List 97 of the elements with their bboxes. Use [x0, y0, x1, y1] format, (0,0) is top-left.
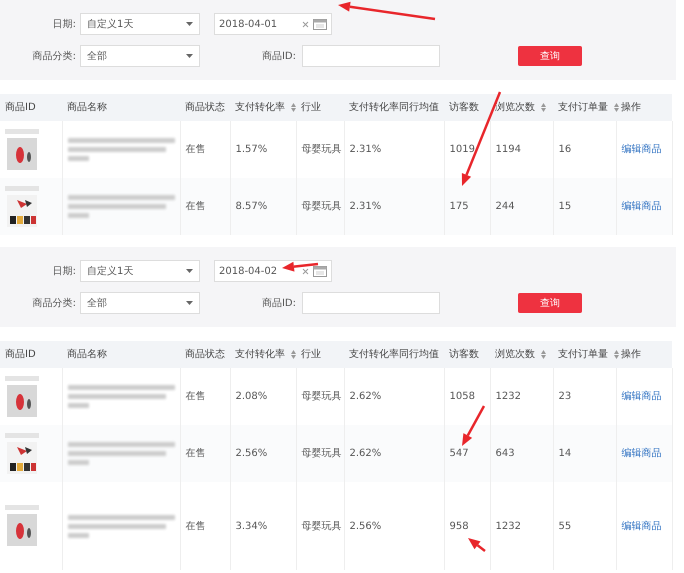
annotation-arrow [282, 262, 318, 272]
table-cell: 55 [558, 520, 572, 532]
table-cell: 在售 [186, 520, 206, 532]
field-label: 商品分类: [32, 296, 77, 310]
column-header: 商品状态 [185, 349, 225, 360]
column-header: 支付订单量 [558, 349, 608, 360]
field-label: 日期: [52, 18, 77, 32]
column-header: 支付转化率 [235, 349, 285, 360]
field-label: 商品分类: [32, 50, 77, 64]
table-cell: 2.08% [236, 391, 268, 402]
table-cell: 15 [558, 201, 572, 212]
dropdown-value: 自定义1天 [87, 18, 134, 32]
column-header: 支付订单量 [558, 102, 608, 113]
query-button[interactable]: 查询 [518, 293, 582, 313]
edit-link[interactable]: 编辑商品 [622, 144, 662, 155]
table-cell: 14 [558, 448, 572, 459]
column-header: 行业 [301, 349, 321, 360]
column-header: 支付转化率同行均值 [349, 102, 439, 113]
edit-link[interactable]: 编辑商品 [622, 391, 662, 402]
date-field[interactable]: 2018-04-01 [214, 13, 332, 35]
annotation-arrow [462, 405, 486, 446]
caret-icon [186, 22, 193, 26]
table-cell: 母婴玩具 [302, 144, 342, 155]
dropdown[interactable]: 自定义1天 [80, 13, 200, 35]
column-header: 行业 [301, 102, 321, 113]
column-header: 浏览次数 [495, 349, 535, 360]
column-header: 访客数 [449, 102, 479, 113]
table-cell: 643 [496, 448, 515, 459]
dropdown-value: 全部 [87, 50, 107, 64]
table-cell: 8.57% [236, 201, 268, 212]
edit-link[interactable]: 编辑商品 [622, 520, 662, 532]
table-cell: 16 [558, 144, 572, 155]
column-header: 访客数 [449, 349, 479, 360]
dropdown[interactable]: 全部 [80, 45, 200, 67]
dropdown[interactable]: 全部 [80, 292, 200, 314]
sort-icon[interactable] [541, 102, 546, 112]
table-cell: 958 [450, 520, 469, 532]
caret-icon [186, 301, 193, 305]
table-cell: 2.31% [350, 144, 382, 155]
input-field[interactable] [302, 45, 440, 67]
table-cell: 在售 [186, 201, 206, 212]
table-cell: 在售 [186, 448, 206, 459]
table-cell: 2.62% [350, 448, 382, 459]
column-header: 操作 [621, 102, 641, 113]
annotation-arrow [468, 538, 486, 552]
table-cell: 1.57% [236, 144, 268, 155]
table-cell: 母婴玩具 [302, 520, 342, 532]
sort-icon[interactable] [614, 102, 619, 112]
column-header: 商品ID [5, 102, 36, 113]
column-header: 商品名称 [67, 102, 107, 113]
table-cell: 母婴玩具 [302, 201, 342, 212]
date-value: 2018-04-02 [219, 264, 278, 278]
query-button[interactable]: 查询 [518, 46, 582, 66]
table-cell: 23 [558, 391, 572, 402]
column-header: 商品状态 [185, 102, 225, 113]
table-cell: 547 [450, 448, 469, 459]
table-cell: 母婴玩具 [302, 448, 342, 459]
date-value: 2018-04-01 [219, 18, 278, 32]
input-field[interactable] [302, 292, 440, 314]
table-cell: 1232 [496, 520, 521, 532]
table-cell: 2.62% [350, 391, 382, 402]
table-cell: 2.31% [350, 201, 382, 212]
column-header: 商品名称 [67, 349, 107, 360]
clear-icon[interactable] [302, 268, 309, 274]
dropdown[interactable]: 自定义1天 [80, 260, 200, 282]
date-field[interactable]: 2018-04-02 [214, 260, 332, 282]
column-header: 商品ID [5, 349, 36, 360]
table-cell: 2.56% [350, 520, 382, 532]
table-cell: 1232 [496, 391, 521, 402]
table-cell: 3.34% [236, 520, 268, 532]
sort-icon[interactable] [541, 350, 546, 359]
table-cell: 母婴玩具 [302, 391, 342, 402]
edit-link[interactable]: 编辑商品 [622, 201, 662, 212]
caret-icon [186, 54, 193, 58]
column-header: 操作 [621, 349, 641, 360]
column-header: 浏览次数 [495, 102, 535, 113]
table-cell: 1019 [450, 144, 475, 155]
table-cell: 在售 [186, 391, 206, 402]
sort-icon[interactable] [614, 350, 619, 359]
table-cell: 1058 [450, 391, 475, 402]
column-header: 支付转化率同行均值 [349, 349, 439, 360]
caret-icon [186, 269, 193, 273]
field-label: 日期: [52, 264, 77, 278]
table-cell: 在售 [186, 144, 206, 155]
edit-link[interactable]: 编辑商品 [622, 448, 662, 459]
column-header: 支付转化率 [235, 102, 285, 113]
table-cell: 1194 [496, 144, 521, 155]
table-cell: 2.56% [236, 448, 268, 459]
field-label: 商品ID: [260, 50, 297, 64]
calendar-icon[interactable] [313, 265, 327, 277]
table-cell: 175 [450, 201, 469, 212]
calendar-icon[interactable] [313, 18, 327, 30]
dropdown-value: 全部 [87, 296, 107, 310]
clear-icon[interactable] [302, 20, 309, 28]
field-label: 商品ID: [260, 296, 297, 310]
dropdown-value: 自定义1天 [87, 264, 134, 278]
table-cell: 244 [496, 201, 515, 212]
